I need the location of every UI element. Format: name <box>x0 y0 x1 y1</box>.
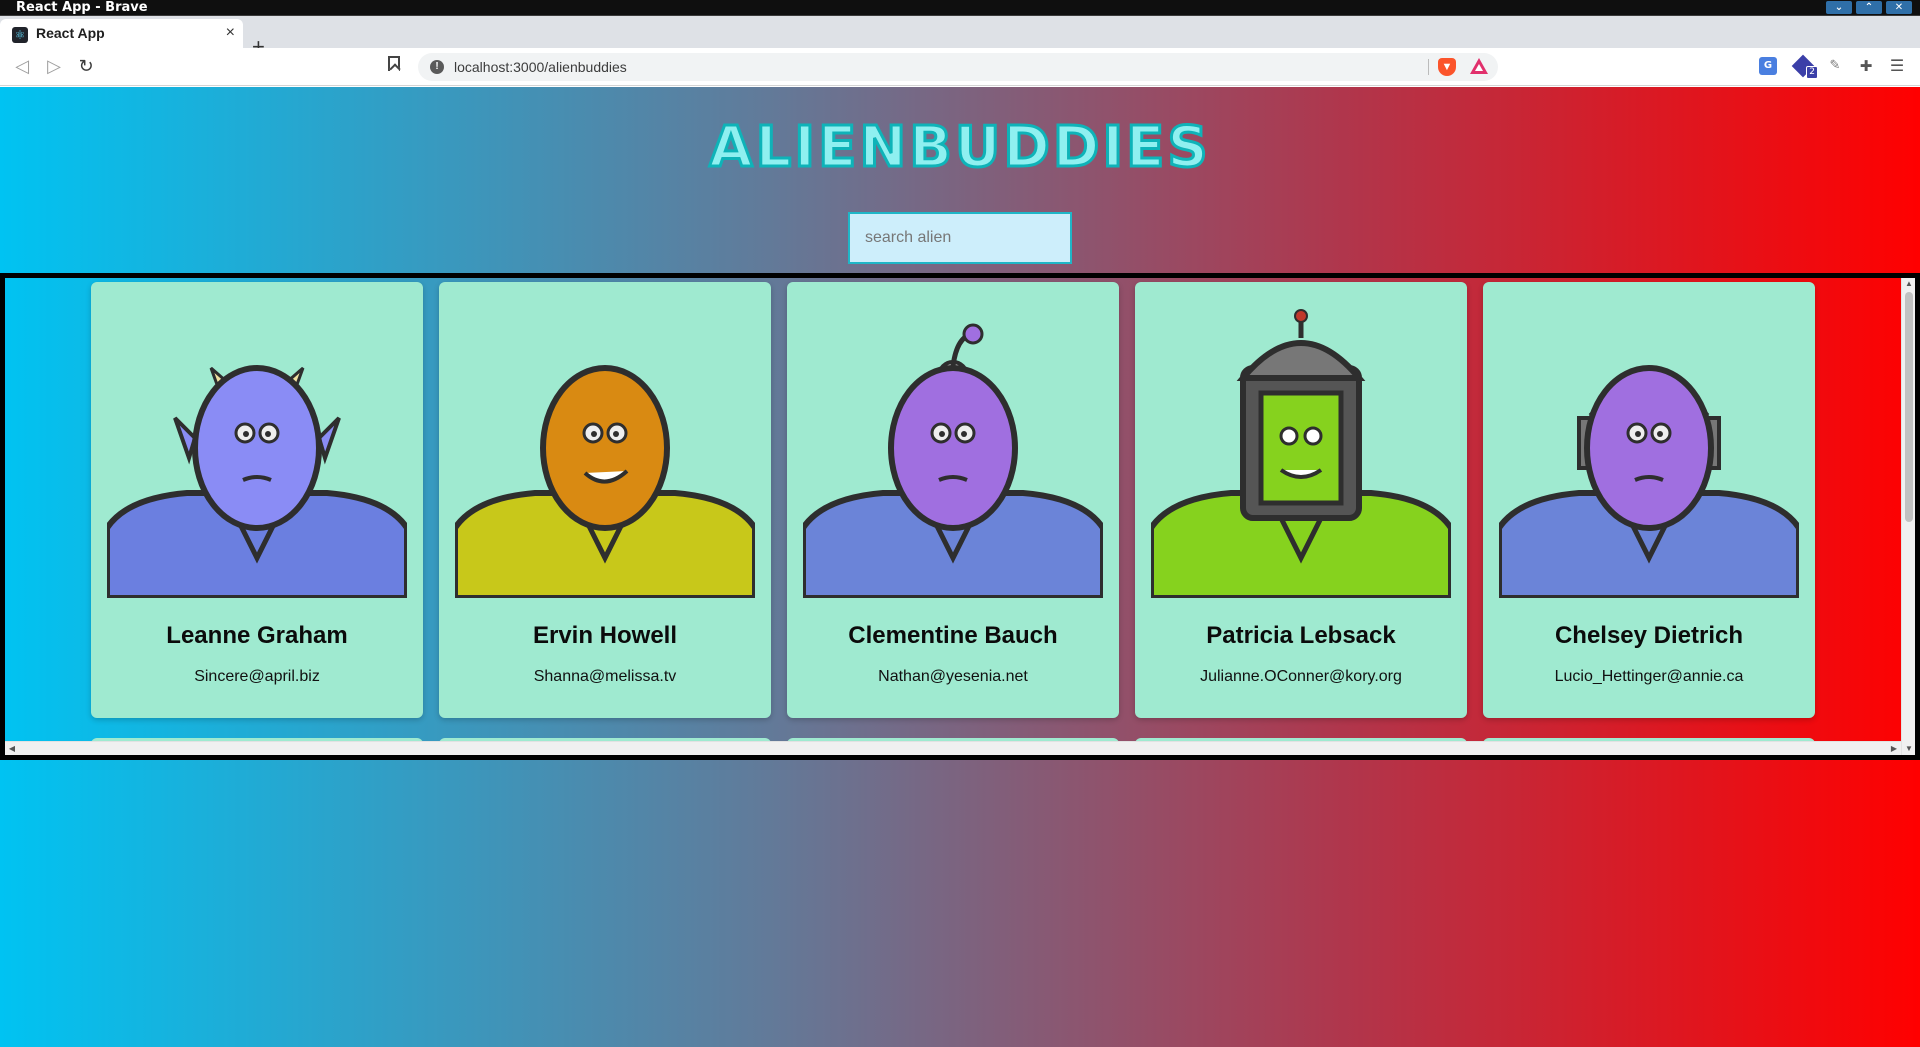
alien-email: Nathan@yesenia.net <box>878 668 1028 685</box>
tab-close-icon[interactable]: × <box>226 24 235 42</box>
react-icon: ⚛ <box>12 27 28 43</box>
scroll-up-icon[interactable]: ▲ <box>1902 278 1915 290</box>
alien-avatar <box>803 298 1103 598</box>
scroll-left-icon[interactable]: ◀ <box>5 742 19 755</box>
menu-icon[interactable]: ☰ <box>1888 57 1906 75</box>
extension-cube-icon[interactable]: 2 <box>1791 54 1818 79</box>
url-text[interactable]: localhost:3000/alienbuddies <box>454 59 627 75</box>
alien-name: Chelsey Dietrich <box>1554 622 1744 649</box>
search-input[interactable] <box>848 212 1072 264</box>
alien-avatar-svg <box>1151 309 1451 598</box>
back-icon[interactable]: ◁ <box>9 48 35 86</box>
alien-card[interactable]: Leanne Graham Sincere@april.biz <box>91 282 423 718</box>
card-list-scroll-container[interactable]: Leanne Graham Sincere@april.biz Ervin Howe… <box>0 273 1920 760</box>
vertical-scrollbar[interactable]: ▲ ▼ <box>1901 278 1915 755</box>
alien-name: Ervin Howell <box>532 622 678 649</box>
page-viewport: ALIENBUDDIES Leanne Graham Sincere@april.… <box>0 87 1920 1047</box>
alien-card[interactable]: Chelsey Dietrich Lucio_Hettinger@annie.ca <box>1483 282 1815 718</box>
tab-strip: ⚛ React App × + <box>0 16 1920 59</box>
alien-avatar-svg <box>803 323 1103 598</box>
extensions-puzzle-icon[interactable]: ✚ <box>1857 57 1875 75</box>
alien-email: Sincere@april.biz <box>194 668 320 685</box>
address-bar[interactable]: ! localhost:3000/alienbuddies ▼ <box>418 53 1498 81</box>
brave-rewards-icon[interactable] <box>1470 58 1488 74</box>
alien-card[interactable]: Patricia Lebsack Julianne.OConner@kory.or… <box>1135 282 1467 718</box>
alien-card[interactable]: Ervin Howell Shanna@melissa.tv <box>439 282 771 718</box>
alien-email: Shanna@melissa.tv <box>533 668 677 685</box>
page-title: ALIENBUDDIES <box>708 114 1211 182</box>
close-window-icon[interactable]: ✕ <box>1886 1 1912 14</box>
reload-icon[interactable]: ↻ <box>73 48 99 86</box>
alien-avatar-svg <box>455 365 755 598</box>
alien-avatar-svg <box>1499 365 1799 598</box>
alien-card[interactable]: Clementine Bauch Nathan@yesenia.net <box>787 282 1119 718</box>
scroll-right-icon[interactable]: ▶ <box>1887 742 1901 755</box>
alien-name: Patricia Lebsack <box>1206 622 1396 649</box>
tab-title: React App <box>36 25 105 41</box>
url-divider <box>1428 59 1429 75</box>
extension-badge: 2 <box>1806 66 1818 79</box>
translate-icon[interactable]: G <box>1759 57 1777 75</box>
site-info-icon[interactable]: ! <box>430 60 444 74</box>
alien-name: Leanne Graham <box>166 622 348 649</box>
horizontal-scrollbar[interactable]: ◀ ▶ <box>5 741 1901 755</box>
alien-name: Clementine Bauch <box>848 622 1058 649</box>
alien-email: Julianne.OConner@kory.org <box>1200 668 1402 685</box>
bookmark-icon[interactable] <box>388 56 400 71</box>
forward-icon[interactable]: ▷ <box>41 48 67 86</box>
alien-email: Lucio_Hettinger@annie.ca <box>1554 668 1744 685</box>
alien-avatar <box>107 298 407 598</box>
brave-shields-icon[interactable]: ▼ <box>1438 58 1456 76</box>
alien-avatar <box>1499 298 1799 598</box>
maximize-icon[interactable]: ⌃ <box>1856 1 1882 14</box>
color-picker-icon[interactable]: ✎ <box>1826 57 1844 75</box>
alien-avatar-svg <box>107 365 407 598</box>
os-title-bar: React App - Brave ⌄ ⌃ ✕ <box>0 0 1920 16</box>
tab-react-app[interactable]: ⚛ React App × <box>0 19 243 48</box>
window-title: React App - Brave <box>16 0 148 15</box>
scroll-down-icon[interactable]: ▼ <box>1902 743 1915 755</box>
card-grid: Leanne Graham Sincere@april.biz Ervin Howe… <box>91 282 1841 755</box>
alien-avatar <box>455 298 755 598</box>
vertical-scroll-thumb[interactable] <box>1905 292 1913 522</box>
alien-avatar <box>1151 298 1451 598</box>
minimize-icon[interactable]: ⌄ <box>1826 1 1852 14</box>
browser-toolbar: ◁ ▷ ↻ ! localhost:3000/alienbuddies ▼ G … <box>0 48 1920 86</box>
